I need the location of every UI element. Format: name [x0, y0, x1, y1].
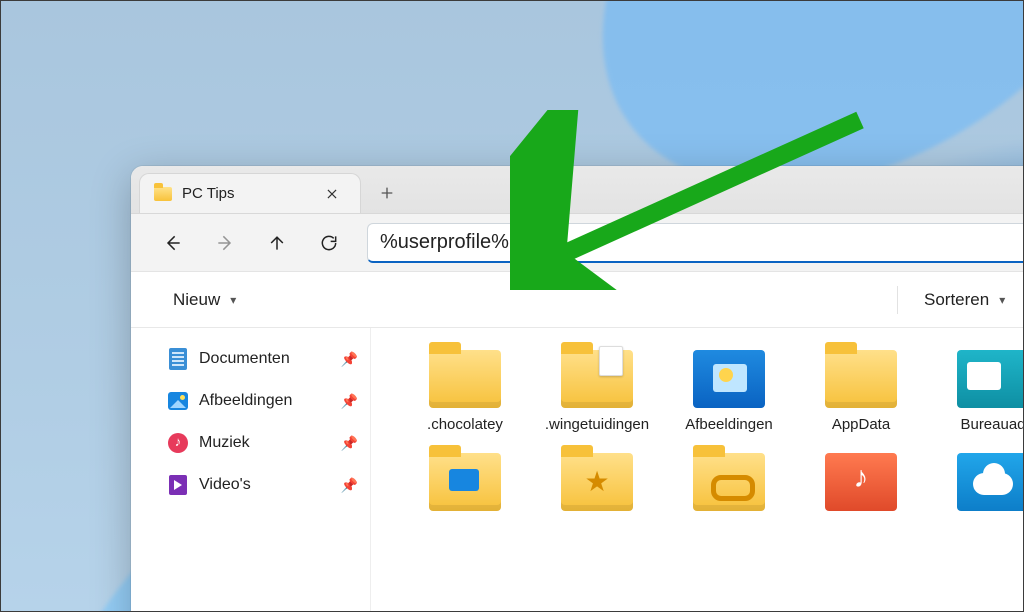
tab-bar: PC Tips [131, 166, 1024, 214]
sidebar-item-label: Documenten [199, 350, 290, 368]
folder-icon [429, 350, 501, 408]
sidebar-item-music[interactable]: Muziek 📌 [131, 422, 370, 464]
command-bar: Nieuw ▾ Sorteren ▾ Weerg [131, 272, 1024, 328]
folder-item[interactable]: .chocolatey [401, 350, 529, 435]
folder-label: Bureauad [960, 416, 1024, 435]
folder-label: AppData [832, 416, 890, 435]
address-bar[interactable] [367, 223, 1024, 263]
folder-content: .chocolatey .wingetuidingen Afbeeldingen… [371, 328, 1024, 612]
folder-item[interactable]: .wingetuidingen [533, 350, 661, 435]
pin-icon: 📌 [341, 435, 358, 452]
sidebar: Documenten 📌 Afbeeldingen 📌 Muziek 📌 Vid… [131, 328, 371, 612]
address-input[interactable] [380, 231, 1024, 254]
new-menu-button[interactable]: Nieuw ▾ [161, 284, 248, 316]
music-icon [167, 432, 189, 454]
folder-item[interactable] [797, 453, 925, 519]
videos-icon [167, 474, 189, 496]
tab-title: PC Tips [182, 185, 235, 202]
sidebar-item-label: Muziek [199, 434, 250, 452]
chevron-down-icon: ▾ [230, 293, 236, 307]
sidebar-item-label: Video's [199, 476, 251, 494]
refresh-button[interactable] [305, 223, 353, 263]
sort-menu-button[interactable]: Sorteren ▾ [912, 284, 1017, 316]
folder-item[interactable]: Bureauad [929, 350, 1024, 435]
explorer-body: Documenten 📌 Afbeeldingen 📌 Muziek 📌 Vid… [131, 328, 1024, 612]
items-grid: .chocolatey .wingetuidingen Afbeeldingen… [401, 350, 1024, 519]
folder-label: .wingetuidingen [545, 416, 649, 435]
desktop-background: PC Tips [0, 0, 1024, 612]
pin-icon: 📌 [341, 393, 358, 410]
folder-icon [154, 187, 172, 201]
favorites-folder-icon [561, 453, 633, 511]
pictures-icon [167, 390, 189, 412]
tab-pc-tips[interactable]: PC Tips [139, 173, 361, 213]
navigation-bar [131, 214, 1024, 272]
folder-icon [957, 350, 1024, 408]
pin-icon: 📌 [341, 477, 358, 494]
forward-button[interactable] [201, 223, 249, 263]
up-button[interactable] [253, 223, 301, 263]
links-folder-icon [693, 453, 765, 511]
folder-item[interactable] [665, 453, 793, 519]
folder-item[interactable] [929, 453, 1024, 519]
sidebar-item-label: Afbeeldingen [199, 392, 292, 410]
sidebar-item-pictures[interactable]: Afbeeldingen 📌 [131, 380, 370, 422]
onedrive-folder-icon [957, 453, 1024, 511]
folder-icon [561, 350, 633, 408]
new-label: Nieuw [173, 290, 220, 310]
sidebar-item-videos[interactable]: Video's 📌 [131, 464, 370, 506]
music-folder-icon [825, 453, 897, 511]
back-button[interactable] [149, 223, 197, 263]
folder-label: .chocolatey [427, 416, 503, 435]
folder-item[interactable] [533, 453, 661, 519]
sidebar-item-documents[interactable]: Documenten 📌 [131, 338, 370, 380]
folder-label: Afbeeldingen [685, 416, 773, 435]
folder-item[interactable]: AppData [797, 350, 925, 435]
folder-item[interactable] [401, 453, 529, 519]
file-explorer-window: PC Tips [131, 166, 1024, 612]
pin-icon: 📌 [341, 351, 358, 368]
documents-icon [167, 348, 189, 370]
close-tab-button[interactable] [318, 180, 346, 208]
separator [897, 286, 898, 314]
sort-label: Sorteren [924, 290, 989, 310]
folder-icon [825, 350, 897, 408]
new-tab-button[interactable] [367, 173, 407, 213]
chevron-down-icon: ▾ [999, 293, 1005, 307]
folder-icon [429, 453, 501, 511]
pictures-folder-icon [693, 350, 765, 408]
folder-item[interactable]: Afbeeldingen [665, 350, 793, 435]
